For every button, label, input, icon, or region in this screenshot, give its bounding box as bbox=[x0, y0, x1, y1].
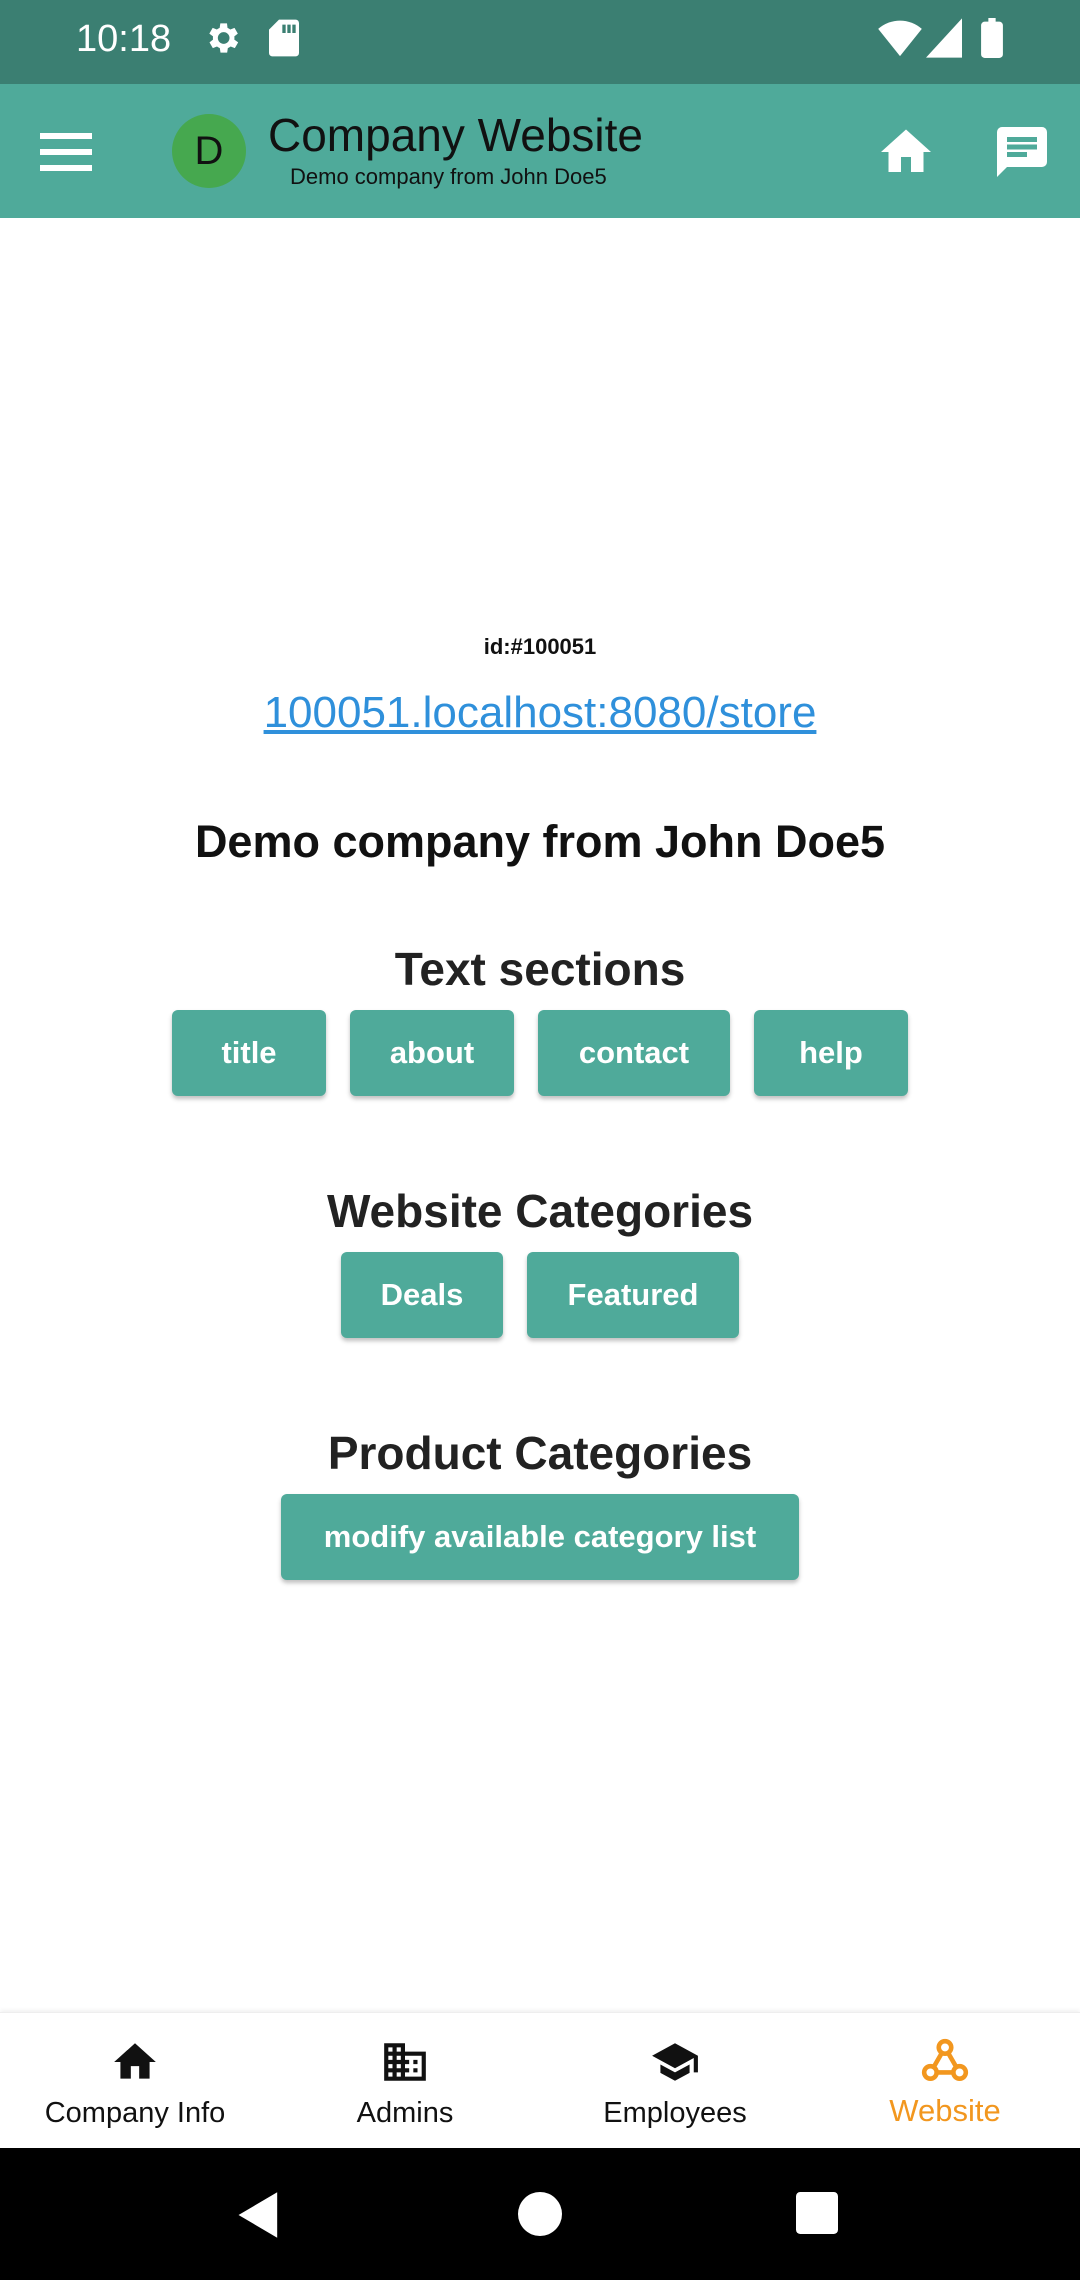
building-icon bbox=[384, 2043, 426, 2081]
title-section-button[interactable]: title bbox=[172, 1010, 326, 1096]
sd-card-icon bbox=[269, 19, 299, 57]
company-id: id:#100051 bbox=[483, 634, 597, 659]
help-section-button[interactable]: help bbox=[754, 1010, 908, 1096]
signal-icon bbox=[926, 18, 962, 58]
product-categories-buttons: modify available category list bbox=[0, 1494, 1080, 1580]
avatar-letter: D bbox=[194, 128, 224, 173]
battery-icon bbox=[981, 18, 1003, 58]
recents-square-icon[interactable] bbox=[796, 2192, 838, 2234]
nav-label: Website bbox=[889, 2093, 1001, 2128]
nav-label: Company Info bbox=[44, 2097, 226, 2129]
store-link[interactable]: 100051.localhost:8080/store bbox=[0, 688, 1080, 738]
nav-item-website[interactable]: Website bbox=[810, 2013, 1080, 2149]
about-section-button[interactable]: about bbox=[350, 1010, 514, 1096]
school-icon bbox=[652, 2043, 698, 2081]
nav-item-employees[interactable]: Employees bbox=[540, 2013, 810, 2149]
website-categories-title: Website Categories bbox=[326, 1185, 754, 1237]
avatar[interactable]: D bbox=[172, 114, 246, 188]
webhook-icon bbox=[921, 2038, 969, 2081]
page-subtitle: Demo company from John Doe5 bbox=[290, 164, 607, 189]
system-navigation-bar bbox=[0, 2148, 1080, 2280]
text-sections-buttons: title about contact help bbox=[0, 1010, 1080, 1096]
text-sections-title: Text sections bbox=[394, 943, 686, 995]
website-categories-buttons: Deals Featured bbox=[0, 1252, 1080, 1338]
home-icon bbox=[114, 2043, 156, 2079]
wifi-icon bbox=[878, 20, 922, 57]
deals-category-button[interactable]: Deals bbox=[341, 1252, 503, 1338]
nav-label: Admins bbox=[356, 2097, 454, 2129]
chat-message-icon[interactable] bbox=[992, 122, 1052, 182]
product-categories-title: Product Categories bbox=[327, 1427, 753, 1479]
company-name: Demo company from John Doe5 bbox=[194, 816, 886, 867]
nav-label: Employees bbox=[603, 2097, 747, 2129]
page-title: Company Website bbox=[268, 109, 643, 161]
featured-category-button[interactable]: Featured bbox=[527, 1252, 739, 1338]
back-icon[interactable] bbox=[236, 2190, 282, 2240]
app-bar: D Company Website Demo company from John… bbox=[0, 84, 1080, 218]
modify-category-list-button[interactable]: modify available category list bbox=[281, 1494, 799, 1580]
status-time: 10:18 bbox=[76, 18, 172, 60]
menu-hamburger-icon[interactable] bbox=[36, 126, 96, 176]
home-circle-icon[interactable] bbox=[518, 2192, 562, 2236]
nav-item-company-info[interactable]: Company Info bbox=[0, 2013, 270, 2149]
settings-gear-icon bbox=[209, 23, 239, 53]
contact-section-button[interactable]: contact bbox=[538, 1010, 730, 1096]
home-icon[interactable] bbox=[876, 122, 936, 182]
nav-item-admins[interactable]: Admins bbox=[270, 2013, 540, 2149]
bottom-navigation: Company Info Admins Employees Website bbox=[0, 2012, 1080, 2149]
status-bar: 10:18 bbox=[0, 0, 1080, 84]
